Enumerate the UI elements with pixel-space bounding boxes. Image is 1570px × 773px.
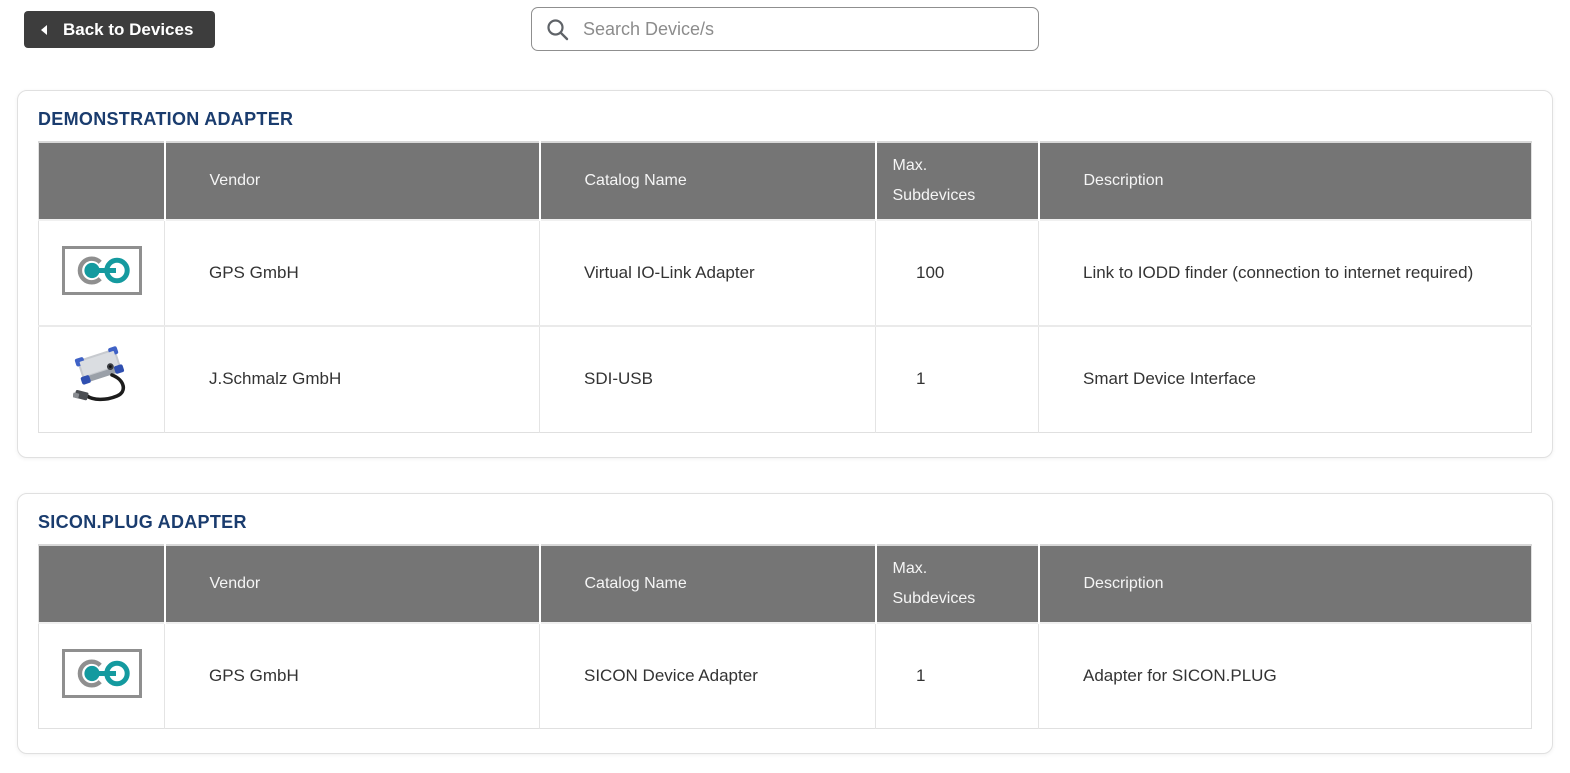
back-button-label: Back to Devices xyxy=(63,20,193,40)
adapter-image-cell xyxy=(39,326,165,432)
catalog-name-cell: SDI-USB xyxy=(540,326,876,432)
description-cell: Link to IODD finder (connection to inter… xyxy=(1039,220,1532,326)
adapter-image-cell xyxy=(39,623,165,729)
vendor-cell: J.Schmalz GmbH xyxy=(165,326,540,432)
search-box xyxy=(531,7,1039,51)
sdi-usb-device-photo xyxy=(73,344,131,415)
section-sicon-plug-adapter: SICON.PLUG ADAPTER Vendor Catalog Name M… xyxy=(17,493,1553,755)
max-subdevices-cell: 1 xyxy=(876,326,1039,432)
search-input[interactable] xyxy=(581,18,1024,41)
column-header-description: Description xyxy=(1039,142,1532,220)
adapter-row-sicon-device-adapter[interactable]: GPS GmbH SICON Device Adapter 1 Adapter … xyxy=(39,623,1532,729)
table-header-row: Vendor Catalog Name Max. Subdevices Desc… xyxy=(39,545,1532,623)
gps-co-logo-image xyxy=(62,649,142,703)
table-header-row: Vendor Catalog Name Max. Subdevices Desc… xyxy=(39,142,1532,220)
column-header-catalog-name: Catalog Name xyxy=(540,545,876,623)
column-header-vendor: Vendor xyxy=(165,142,540,220)
arrow-left-icon xyxy=(40,24,48,36)
sicon-plug-adapter-table: Vendor Catalog Name Max. Subdevices Desc… xyxy=(38,544,1532,730)
search-icon xyxy=(546,18,569,41)
catalog-name-cell: Virtual IO-Link Adapter xyxy=(540,220,876,326)
vendor-cell: GPS GmbH xyxy=(165,623,540,729)
section-demonstration-adapter: DEMONSTRATION ADAPTER Vendor Catalog Nam… xyxy=(17,90,1553,458)
max-subdevices-cell: 1 xyxy=(876,623,1039,729)
catalog-name-cell: SICON Device Adapter xyxy=(540,623,876,729)
adapter-row-virtual-io-link[interactable]: GPS GmbH Virtual IO-Link Adapter 100 Lin… xyxy=(39,220,1532,326)
column-header-description: Description xyxy=(1039,545,1532,623)
column-header-catalog-name: Catalog Name xyxy=(540,142,876,220)
gps-co-logo-image xyxy=(62,246,142,300)
column-header-max-subdevices: Max. Subdevices xyxy=(876,142,1039,220)
column-header-image xyxy=(39,545,165,623)
description-cell: Adapter for SICON.PLUG xyxy=(1039,623,1532,729)
vendor-cell: GPS GmbH xyxy=(165,220,540,326)
back-to-devices-button[interactable]: Back to Devices xyxy=(24,11,215,48)
max-subdevices-cell: 100 xyxy=(876,220,1039,326)
column-header-vendor: Vendor xyxy=(165,545,540,623)
adapter-image-cell xyxy=(39,220,165,326)
adapter-row-sdi-usb[interactable]: J.Schmalz GmbH SDI-USB 1 Smart Device In… xyxy=(39,326,1532,432)
column-header-max-subdevices: Max. Subdevices xyxy=(876,545,1039,623)
description-cell: Smart Device Interface xyxy=(1039,326,1532,432)
toolbar: Back to Devices xyxy=(0,0,1570,58)
demonstration-adapter-table: Vendor Catalog Name Max. Subdevices Desc… xyxy=(38,141,1532,433)
section-title: SICON.PLUG ADAPTER xyxy=(38,512,1532,533)
section-title: DEMONSTRATION ADAPTER xyxy=(38,109,1532,130)
column-header-image xyxy=(39,142,165,220)
